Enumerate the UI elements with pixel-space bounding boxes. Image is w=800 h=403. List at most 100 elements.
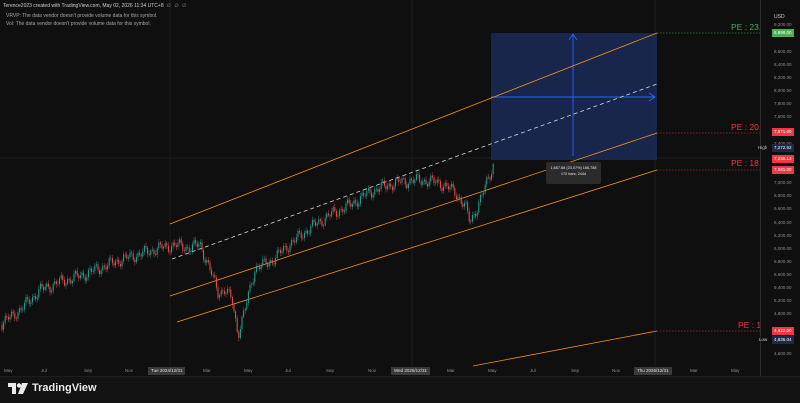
candle-body xyxy=(359,195,361,204)
candle-body xyxy=(225,293,227,294)
candle-body xyxy=(167,245,169,252)
candle-body xyxy=(348,199,350,204)
candle-body xyxy=(342,209,344,213)
candle-body xyxy=(206,260,208,263)
candle-body xyxy=(271,260,273,264)
price-tick: 7,600.00 xyxy=(774,114,792,119)
candle-body xyxy=(278,249,280,251)
candle-body xyxy=(227,288,229,294)
candle-body xyxy=(295,237,297,243)
candle-body xyxy=(153,249,155,254)
time-tick: May xyxy=(4,368,13,373)
candle-body xyxy=(324,217,326,226)
candle-body xyxy=(115,261,117,266)
candle-body xyxy=(412,180,414,183)
chart-area[interactable]: Terence2023 created with TradingView.com… xyxy=(0,0,766,376)
candle-body xyxy=(171,246,173,253)
measure-tooltip: 1,667.88 (23.07%) 166,788 170 bars, 244d xyxy=(546,162,601,184)
candle-body xyxy=(124,254,126,256)
candle-body xyxy=(388,183,390,187)
candle-body xyxy=(385,185,387,190)
candle-body xyxy=(198,244,200,247)
candle-body xyxy=(300,232,302,238)
candle-body xyxy=(377,188,379,192)
candle-body xyxy=(100,270,102,275)
candle-body xyxy=(220,290,222,296)
price-marker-pe13: 4,922.00 xyxy=(772,327,794,335)
pe-13-line xyxy=(472,330,658,367)
candle-body xyxy=(275,257,277,265)
candle-body xyxy=(428,181,430,187)
candlestick-series[interactable] xyxy=(1,162,494,342)
candle-body xyxy=(427,183,429,187)
candle-body xyxy=(343,210,345,213)
candle-body xyxy=(17,312,19,319)
price-tick: 5,800.00 xyxy=(774,259,792,264)
candle-body xyxy=(57,283,59,285)
candle-body xyxy=(174,242,176,246)
candle-body xyxy=(9,316,11,320)
price-tick: 5,600.00 xyxy=(774,272,792,277)
candle-body xyxy=(321,220,323,226)
candle-body xyxy=(279,249,281,254)
candle-body xyxy=(217,287,219,298)
currency-label: USD xyxy=(774,14,785,20)
candle-body xyxy=(287,251,289,253)
candle-body xyxy=(270,260,272,263)
candle-body xyxy=(423,179,425,182)
candle-body xyxy=(446,182,448,186)
candle-body xyxy=(113,263,115,266)
candle-body xyxy=(148,253,150,255)
candle-body xyxy=(350,203,352,207)
price-axis[interactable] xyxy=(760,0,800,376)
candle-body xyxy=(222,290,224,291)
time-tick: Sep xyxy=(84,368,93,373)
price-marker-low: 4,835.04 xyxy=(772,336,794,344)
candle-body xyxy=(246,302,248,310)
candle-body xyxy=(254,271,256,283)
vol-note: Vol: The data vendor doesn't provide vol… xyxy=(6,21,151,27)
candle-body xyxy=(414,179,416,183)
candle-body xyxy=(67,279,69,284)
candle-body xyxy=(289,245,291,253)
candle-body xyxy=(438,179,440,182)
brand-name: TradingView xyxy=(32,382,97,394)
candle-body xyxy=(375,188,377,190)
candle-body xyxy=(263,258,265,260)
candle-body xyxy=(119,263,121,267)
candle-body xyxy=(215,277,217,288)
candle-body xyxy=(292,240,294,242)
time-marker-2025: Wed 2025/12/31 xyxy=(391,367,430,375)
price-tick: 6,400.00 xyxy=(774,220,792,225)
candle-body xyxy=(470,221,472,222)
candle-body xyxy=(214,275,216,278)
candle-body xyxy=(59,278,61,284)
candle-body xyxy=(339,210,341,216)
candle-body xyxy=(318,219,320,224)
candle-body xyxy=(142,251,144,257)
chart-canvas[interactable] xyxy=(0,0,760,376)
candle-body xyxy=(62,275,64,281)
candle-body xyxy=(243,310,245,317)
candle-body xyxy=(212,275,214,276)
candle-body xyxy=(395,178,397,187)
candle-body xyxy=(135,257,137,263)
candle-body xyxy=(63,280,65,286)
candle-body xyxy=(121,261,123,267)
candle-body xyxy=(190,251,192,253)
candle-body xyxy=(54,281,56,284)
candle-body xyxy=(44,286,46,290)
candle-body xyxy=(399,182,401,183)
candle-body xyxy=(51,290,53,293)
candle-body xyxy=(255,265,257,272)
candle-body xyxy=(83,272,85,277)
target-dotted-lines xyxy=(657,32,760,332)
candle-body xyxy=(132,253,134,260)
price-marker-current: 7,230.13 xyxy=(772,155,794,163)
candle-body xyxy=(457,196,459,199)
candle-body xyxy=(283,246,285,252)
candle-body xyxy=(36,297,38,300)
tradingview-brand[interactable]: TradingView xyxy=(8,382,97,394)
candle-body xyxy=(182,243,184,251)
candle-body xyxy=(291,240,293,246)
